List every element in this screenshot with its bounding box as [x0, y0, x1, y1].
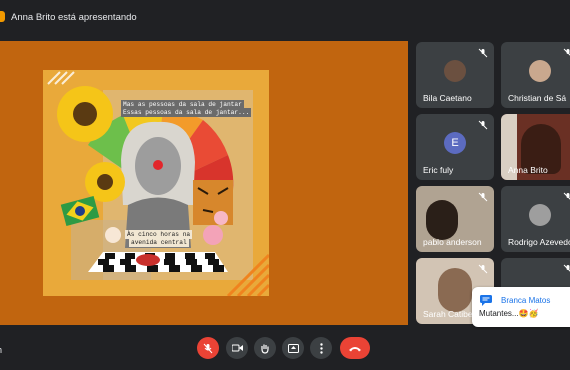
mic-off-icon — [203, 343, 213, 353]
present-button[interactable] — [282, 337, 304, 359]
presentation-slide: Mas as pessoas da sala de jantar Essas p… — [43, 70, 269, 296]
participant-name: Christian de Sá — [508, 93, 567, 103]
slide-text-line-2: Essas pessoas da sala de jantar... — [121, 108, 252, 117]
video-feed — [426, 200, 458, 240]
present-icon — [287, 343, 299, 353]
mic-off-icon — [478, 48, 488, 58]
chat-message: Mutantes...🤩🥳 — [479, 309, 539, 318]
raise-hand-icon — [261, 344, 269, 354]
presenting-icon — [0, 11, 5, 22]
participant-name: pablo anderson — [423, 237, 482, 247]
mic-off-icon — [563, 264, 570, 272]
participant-tile[interactable]: Bila Caetano — [416, 42, 494, 108]
camera-button[interactable] — [226, 337, 248, 359]
sunflower-large — [57, 86, 113, 142]
avatar — [529, 204, 551, 226]
end-call-button[interactable] — [340, 337, 370, 359]
mic-off-icon — [563, 192, 570, 200]
chat-sender: Branca Matos — [501, 296, 551, 305]
participant-name: Eric fuly — [423, 165, 454, 175]
camera-icon — [231, 344, 243, 352]
participant-name: Rodrigo Azevedo — [508, 237, 570, 247]
top-bar: Anna Brito está apresentando — [0, 0, 570, 34]
presenter-label: Anna Brito está apresentando — [11, 12, 137, 23]
mic-off-icon — [478, 120, 488, 130]
participant-tile[interactable]: Rodrigo Azevedo — [501, 186, 570, 252]
end-call-icon — [349, 346, 361, 351]
participant-tile[interactable]: E Eric fuly — [416, 114, 494, 180]
mic-off-icon — [478, 192, 488, 202]
more-options-button[interactable] — [310, 337, 332, 359]
participant-tile[interactable]: Anna Brito — [501, 114, 570, 180]
participant-name: Anna Brito — [508, 165, 548, 175]
participant-name: Bila Caetano — [423, 93, 472, 103]
video-feed — [438, 268, 472, 312]
participant-tile[interactable]: Christian de Sá — [501, 42, 570, 108]
avatar-initial: E — [444, 132, 466, 154]
mic-button[interactable] — [197, 337, 219, 359]
chat-icon — [480, 295, 492, 306]
slide-caption-2: avenida central — [129, 238, 189, 247]
participant-tile[interactable]: pablo anderson — [416, 186, 494, 252]
meeting-details-text: h — [0, 345, 2, 355]
more-icon — [319, 342, 323, 354]
mic-off-icon — [478, 264, 488, 274]
chat-notification[interactable]: Branca Matos Mutantes...🤩🥳 — [472, 287, 570, 327]
mic-off-icon — [563, 48, 570, 56]
participant-name: Sarah Catibe — [423, 309, 473, 319]
avatar — [444, 60, 466, 82]
raise-hand-button[interactable] — [254, 337, 276, 359]
avatar — [529, 60, 551, 82]
